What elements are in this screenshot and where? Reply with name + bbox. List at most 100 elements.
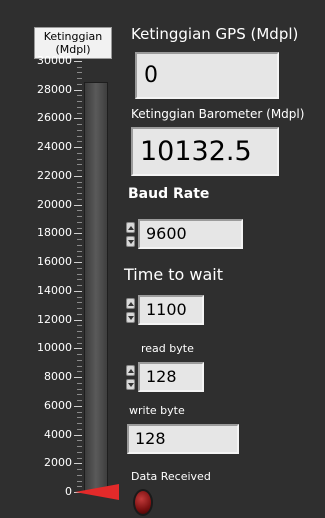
gauge-minor-tick bbox=[77, 337, 82, 338]
triangle-up-icon[interactable] bbox=[126, 298, 135, 309]
altitude-gauge-pointer[interactable] bbox=[75, 484, 119, 500]
gauge-minor-tick bbox=[77, 193, 82, 194]
baud-rate-spinner[interactable] bbox=[126, 222, 136, 248]
read-byte-input[interactable]: 128 bbox=[138, 362, 204, 392]
gauge-tick-label: 28000 bbox=[37, 82, 72, 96]
gauge-minor-tick bbox=[77, 429, 82, 430]
gauge-minor-tick bbox=[77, 383, 82, 384]
gauge-minor-tick bbox=[77, 469, 82, 470]
gauge-minor-tick bbox=[77, 170, 82, 171]
gauge-minor-tick bbox=[77, 366, 82, 367]
time-to-wait-spinner[interactable] bbox=[126, 298, 136, 324]
gauge-minor-tick bbox=[77, 325, 82, 326]
gauge-minor-tick bbox=[77, 297, 82, 298]
gauge-major-tick bbox=[74, 176, 82, 177]
gauge-minor-tick bbox=[77, 314, 82, 315]
gauge-minor-tick bbox=[77, 159, 82, 160]
gauge-minor-tick bbox=[77, 216, 82, 217]
gauge-minor-tick bbox=[77, 331, 82, 332]
gauge-minor-tick bbox=[77, 452, 82, 453]
gauge-minor-tick bbox=[77, 130, 82, 131]
time-to-wait-label: Time to wait bbox=[124, 265, 223, 284]
baud-rate-input[interactable]: 9600 bbox=[138, 219, 243, 249]
gauge-major-tick bbox=[74, 406, 82, 407]
gauge-minor-tick bbox=[77, 389, 82, 390]
triangle-down-icon[interactable] bbox=[126, 379, 135, 390]
gauge-tick-label: 4000 bbox=[44, 427, 72, 441]
barometer-altitude-label: Ketinggian Barometer (Mdpl) bbox=[131, 107, 305, 121]
gauge-minor-tick bbox=[77, 164, 82, 165]
gauge-minor-tick bbox=[77, 113, 82, 114]
gauge-minor-tick bbox=[77, 400, 82, 401]
gauge-major-tick bbox=[74, 61, 82, 62]
gauge-tick-label: 16000 bbox=[37, 255, 72, 269]
triangle-up-icon[interactable] bbox=[126, 222, 135, 233]
write-byte-label: write byte bbox=[129, 404, 185, 417]
gauge-major-tick bbox=[74, 463, 82, 464]
gauge-minor-tick bbox=[77, 228, 82, 229]
gauge-tick-label: 12000 bbox=[37, 312, 72, 326]
gauge-minor-tick bbox=[77, 302, 82, 303]
read-byte-label: read byte bbox=[141, 342, 194, 355]
gauge-minor-tick bbox=[77, 78, 82, 79]
gauge-major-tick bbox=[74, 205, 82, 206]
gauge-minor-tick bbox=[77, 343, 82, 344]
gauge-tick-label: 18000 bbox=[37, 226, 72, 240]
time-to-wait-input[interactable]: 1100 bbox=[138, 295, 204, 325]
gauge-major-tick bbox=[74, 348, 82, 349]
gauge-minor-tick bbox=[77, 458, 82, 459]
gauge-tick-label: 22000 bbox=[37, 168, 72, 182]
gauge-minor-tick bbox=[77, 107, 82, 108]
data-received-led bbox=[133, 489, 153, 516]
gauge-minor-tick bbox=[77, 222, 82, 223]
write-byte-input[interactable]: 128 bbox=[127, 424, 239, 454]
gauge-minor-tick bbox=[77, 153, 82, 154]
gauge-minor-tick bbox=[77, 412, 82, 413]
gauge-tick-label: 14000 bbox=[37, 283, 72, 297]
altitude-gauge-title-line1: Ketinggian bbox=[43, 30, 103, 43]
gauge-tick-label: 2000 bbox=[44, 456, 72, 470]
gauge-minor-tick bbox=[77, 279, 82, 280]
gauge-minor-tick bbox=[77, 274, 82, 275]
barometer-altitude-indicator: 10132.5 bbox=[131, 127, 279, 176]
gauge-minor-tick bbox=[77, 210, 82, 211]
gauge-minor-tick bbox=[77, 251, 82, 252]
gps-altitude-indicator: 0 bbox=[135, 52, 279, 99]
gauge-minor-tick bbox=[77, 84, 82, 85]
front-panel: Ketinggian (Mdpl) 30000 28000 26000 24000 22… bbox=[0, 0, 325, 518]
gauge-major-tick bbox=[74, 435, 82, 436]
triangle-down-icon[interactable] bbox=[126, 236, 135, 247]
gauge-major-tick bbox=[74, 118, 82, 119]
gauge-tick-label: 24000 bbox=[37, 140, 72, 154]
gauge-major-tick bbox=[74, 233, 82, 234]
read-byte-spinner[interactable] bbox=[126, 365, 136, 391]
gauge-minor-tick bbox=[77, 101, 82, 102]
altitude-gauge-tube bbox=[84, 82, 108, 493]
gauge-minor-tick bbox=[77, 371, 82, 372]
gauge-minor-tick bbox=[77, 423, 82, 424]
gauge-minor-tick bbox=[77, 354, 82, 355]
gauge-minor-tick bbox=[77, 308, 82, 309]
gauge-tick-label: 6000 bbox=[44, 398, 72, 412]
triangle-down-icon[interactable] bbox=[126, 312, 135, 323]
gauge-minor-tick bbox=[77, 256, 82, 257]
gauge-minor-tick bbox=[77, 481, 82, 482]
gauge-minor-tick bbox=[77, 360, 82, 361]
gauge-minor-tick bbox=[77, 182, 82, 183]
gauge-major-tick bbox=[74, 291, 82, 292]
gauge-tick-label: 10000 bbox=[37, 341, 72, 355]
triangle-up-icon[interactable] bbox=[126, 365, 135, 376]
gauge-minor-tick bbox=[77, 245, 82, 246]
gauge-major-tick bbox=[74, 90, 82, 91]
gauge-tick-label: 30000 bbox=[37, 54, 72, 67]
gauge-major-tick bbox=[74, 147, 82, 148]
gauge-minor-tick bbox=[77, 141, 82, 142]
gauge-minor-tick bbox=[77, 124, 82, 125]
gauge-tick-label: 26000 bbox=[37, 111, 72, 125]
gauge-minor-tick bbox=[77, 136, 82, 137]
gauge-minor-tick bbox=[77, 268, 82, 269]
gauge-minor-tick bbox=[77, 67, 82, 68]
gauge-minor-tick bbox=[77, 475, 82, 476]
gauge-tick-label: 0 bbox=[65, 485, 72, 498]
gauge-minor-tick bbox=[77, 394, 82, 395]
